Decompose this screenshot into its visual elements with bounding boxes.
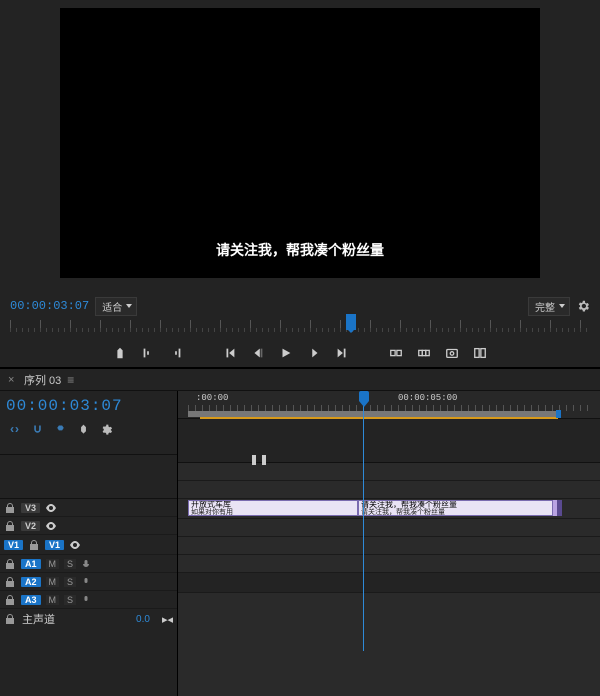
solo-button[interactable]: S	[64, 595, 76, 605]
work-area-end-handle[interactable]	[556, 410, 561, 418]
lock-icon[interactable]	[4, 520, 16, 532]
lane-a3[interactable]	[178, 555, 600, 573]
timeline-timecode[interactable]: 00:00:03:07	[6, 397, 171, 421]
lane-a1[interactable]	[178, 519, 600, 537]
monitor-mini-ruler[interactable]	[0, 316, 600, 338]
track-row-v3[interactable]: V3	[0, 499, 177, 517]
video-preview[interactable]: 请关注我，帮我凑个粉丝量	[60, 8, 540, 278]
step-back-icon[interactable]	[250, 345, 266, 361]
program-monitor: 请关注我，帮我凑个粉丝量	[0, 0, 600, 296]
track-row-a2[interactable]: A2 M S	[0, 573, 177, 591]
overwrite-icon[interactable]	[168, 345, 184, 361]
solo-button[interactable]: S	[64, 559, 76, 569]
eye-icon[interactable]	[45, 502, 57, 514]
track-badge-v1[interactable]: V1	[45, 540, 64, 550]
zoom-fit-dropdown[interactable]: 适合	[95, 297, 137, 316]
tab-menu-icon[interactable]: ≡	[67, 373, 74, 387]
mark-in-icon[interactable]	[112, 345, 128, 361]
timeline-tracks-area[interactable]: :00:00 00:00:05:00 开放式车库 如果对你有用	[178, 391, 600, 696]
lane-v3[interactable]	[178, 463, 600, 481]
lane-a2[interactable]	[178, 537, 600, 555]
mute-button[interactable]: M	[46, 595, 60, 605]
timeline-ruler[interactable]: :00:00 00:00:05:00	[178, 391, 600, 419]
play-icon[interactable]	[278, 345, 294, 361]
monitor-timecode[interactable]: 00:00:03:07	[10, 299, 89, 313]
timeline-tab[interactable]: × 序列 03 ≡	[0, 369, 600, 391]
clip-caption-1a: 开放式车库	[189, 501, 357, 509]
extract-icon[interactable]	[416, 345, 432, 361]
tab-close-icon[interactable]: ×	[8, 374, 18, 386]
settings-wrench-icon[interactable]	[576, 299, 590, 313]
monitor-control-bar: 00:00:03:07 适合 完整	[0, 296, 600, 316]
track-badge-a2[interactable]: A2	[21, 577, 41, 587]
ruler-label-1: 00:00:05:00	[398, 393, 457, 403]
timeline-tool-row	[6, 421, 171, 439]
main-audio-expand-icon[interactable]: ▸◂	[162, 613, 173, 626]
transport-bar	[0, 338, 600, 368]
track-row-v1[interactable]: V1 V1	[0, 535, 177, 555]
linked-selection-icon[interactable]	[54, 423, 67, 439]
wrench-icon[interactable]	[100, 423, 113, 439]
main-audio-label: 主声道	[22, 611, 55, 627]
insert-icon[interactable]	[140, 345, 156, 361]
track-row-a1[interactable]: A1 M S	[0, 555, 177, 573]
voiceover-mic-icon[interactable]	[81, 595, 91, 605]
lock-icon[interactable]	[4, 502, 16, 514]
voiceover-mic-icon[interactable]	[81, 559, 91, 569]
timeline-panel: × 序列 03 ≡ 00:00:03:07 V3	[0, 368, 600, 696]
in-out-marker-icon[interactable]	[252, 455, 266, 465]
lift-icon[interactable]	[388, 345, 404, 361]
lane-main-audio[interactable]	[178, 573, 600, 593]
mute-button[interactable]: M	[46, 559, 60, 569]
source-badge-v1[interactable]: V1	[4, 540, 23, 550]
lock-icon[interactable]	[4, 576, 16, 588]
lock-icon[interactable]	[4, 594, 16, 606]
lock-icon[interactable]	[28, 539, 40, 551]
goto-in-icon[interactable]	[222, 345, 238, 361]
lane-v2[interactable]	[178, 481, 600, 499]
main-audio-row[interactable]: 主声道 0.0 ▸◂	[0, 609, 177, 629]
timeline-playhead[interactable]	[363, 391, 364, 651]
sequence-name: 序列 03	[24, 372, 61, 388]
lane-v1[interactable]: 开放式车库 如果对你有用 请关注我，帮我凑个粉丝量 请关注我，帮我凑个粉丝量	[178, 499, 600, 519]
ruler-label-0: :00:00	[196, 393, 228, 403]
track-headers: 00:00:03:07 V3 V2	[0, 391, 178, 696]
graphics-clip[interactable]: 开放式车库 如果对你有用 请关注我，帮我凑个粉丝量 请关注我，帮我凑个粉丝量	[188, 500, 558, 516]
mini-playhead[interactable]	[346, 314, 356, 330]
comparison-icon[interactable]	[472, 345, 488, 361]
track-row-v2[interactable]: V2	[0, 517, 177, 535]
lock-icon[interactable]	[4, 558, 16, 570]
quality-dropdown[interactable]: 完整	[528, 297, 570, 316]
track-badge-v3[interactable]: V3	[21, 503, 40, 513]
clip-caption-2b: 请关注我，帮我凑个粉丝量	[359, 509, 552, 516]
track-row-a3[interactable]: A3 M S	[0, 591, 177, 609]
eye-icon[interactable]	[69, 539, 81, 551]
eye-icon[interactable]	[45, 520, 57, 532]
clip-caption-1b: 如果对你有用	[189, 509, 357, 516]
snap-icon[interactable]	[8, 423, 21, 439]
main-audio-level[interactable]: 0.0	[136, 614, 150, 625]
lock-icon[interactable]	[4, 613, 16, 625]
magnet-icon[interactable]	[31, 423, 44, 439]
export-frame-icon[interactable]	[444, 345, 460, 361]
preview-subtitle: 请关注我，帮我凑个粉丝量	[60, 240, 540, 260]
voiceover-mic-icon[interactable]	[81, 577, 91, 587]
track-badge-a3[interactable]: A3	[21, 595, 41, 605]
mute-button[interactable]: M	[46, 577, 60, 587]
goto-out-icon[interactable]	[334, 345, 350, 361]
step-forward-icon[interactable]	[306, 345, 322, 361]
track-badge-a1[interactable]: A1	[21, 559, 41, 569]
marker-icon[interactable]	[77, 423, 90, 439]
clip-caption-2a: 请关注我，帮我凑个粉丝量	[359, 501, 552, 509]
solo-button[interactable]: S	[64, 577, 76, 587]
clip-end-cap	[557, 500, 562, 516]
track-badge-v2[interactable]: V2	[21, 521, 40, 531]
